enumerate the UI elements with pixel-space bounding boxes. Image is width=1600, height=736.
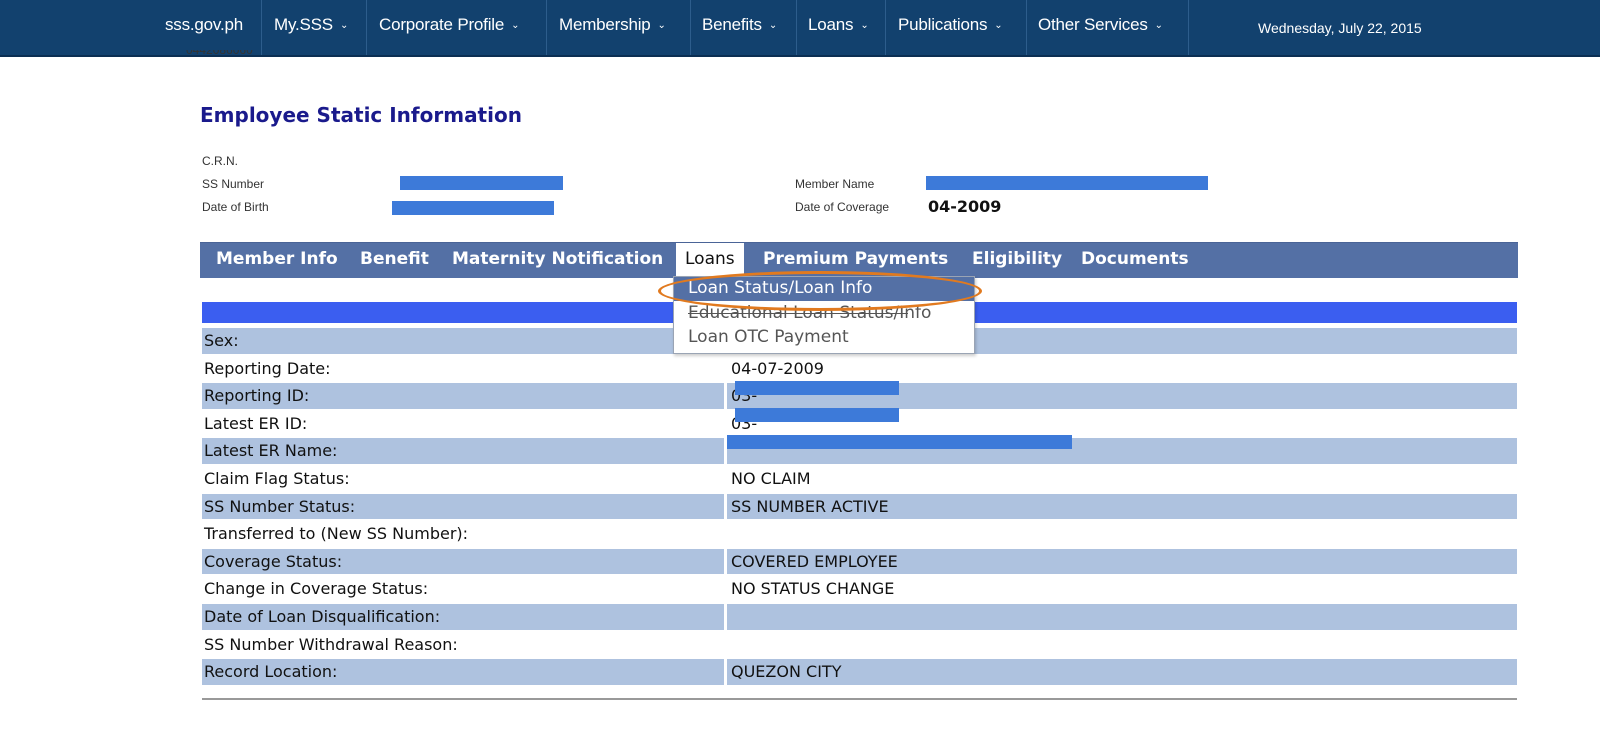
row-label: Change in Coverage Status:	[204, 579, 429, 599]
table-row: SS Number Withdrawal Reason:	[202, 631, 1517, 659]
row-label: Claim Flag Status:	[204, 468, 350, 488]
date-of-coverage-value: 04-2009	[928, 197, 1002, 216]
row-label: Coverage Status:	[202, 548, 724, 575]
menu-item-loan-otc-payment[interactable]: Loan OTC Payment	[674, 326, 974, 350]
member-name-redaction	[926, 176, 1208, 190]
row-label: SS Number Withdrawal Reason:	[204, 634, 458, 654]
ss-number-redaction	[400, 176, 563, 190]
row-value	[727, 521, 1517, 547]
row-value: QUEZON CITY	[727, 659, 1517, 685]
date-of-birth-redaction	[392, 201, 554, 215]
chevron-down-icon: ⌄	[657, 20, 666, 31]
table-row: Transferred to (New SS Number):	[202, 520, 1517, 548]
member-name-label: Member Name	[795, 177, 875, 191]
nav-other-services-label: Other Services	[1038, 15, 1148, 34]
nav-corporate-profile-label: Corporate Profile	[379, 15, 505, 34]
row-label: Date of Loan Disqualification:	[202, 603, 724, 630]
nav-divider	[546, 0, 547, 55]
nav-divider	[1188, 0, 1189, 55]
nav-divider	[1026, 0, 1027, 55]
page-title: Employee Static Information	[200, 103, 522, 127]
row-label: Latest ER Name:	[202, 438, 724, 464]
row-value	[727, 632, 1517, 658]
tab-maternity-notification[interactable]: Maternity Notification	[452, 243, 663, 277]
row-value: COVERED EMPLOYEE	[727, 548, 1517, 575]
row-value: 04-07-2009	[731, 358, 824, 378]
nav-divider	[261, 0, 262, 55]
latest-er-name-redaction	[727, 435, 1072, 449]
nav-divider	[690, 0, 691, 55]
row-label: Reporting ID:	[202, 383, 724, 409]
row-label: Transferred to (New SS Number):	[204, 524, 469, 544]
tab-loans[interactable]: Loans	[676, 243, 744, 277]
nav-benefits-label: Benefits	[702, 15, 762, 34]
nav-membership-label: Membership	[559, 15, 651, 34]
nav-other-services-menu[interactable]: Other Services ⌄	[1038, 0, 1163, 55]
reporting-id-redaction	[735, 381, 899, 395]
table-row: Change in Coverage Status: NO STATUS CHA…	[202, 575, 1517, 603]
date-of-coverage-label: Date of Coverage	[795, 200, 890, 214]
chevron-down-icon: ⌄	[1154, 20, 1163, 31]
row-value: SS NUMBER ACTIVE	[727, 493, 1517, 520]
nav-benefits-menu[interactable]: Benefits ⌄	[702, 0, 777, 55]
nav-divider	[885, 0, 886, 55]
ss-number-label: SS Number	[202, 177, 265, 191]
tab-eligibility[interactable]: Eligibility	[972, 243, 1062, 277]
latest-er-id-redaction	[735, 408, 899, 422]
orange-highlight-annotation	[658, 271, 982, 311]
nav-corporate-profile-menu[interactable]: Corporate Profile ⌄	[379, 0, 520, 55]
crn-label: C.R.N.	[202, 154, 238, 168]
nav-publications-label: Publications	[898, 15, 988, 34]
nav-home-label: sss.gov.ph	[165, 15, 244, 34]
table-row: SS Number Status: SS NUMBER ACTIVE	[202, 493, 1517, 521]
nav-publications-menu[interactable]: Publications ⌄	[898, 0, 1003, 55]
table-row: Coverage Status: COVERED EMPLOYEE	[202, 548, 1517, 576]
chevron-down-icon: ⌄	[339, 20, 349, 31]
tab-documents[interactable]: Documents	[1081, 243, 1189, 277]
nav-home-link[interactable]: sss.gov.ph	[165, 0, 243, 55]
crn-value-cutoff: 0442086060	[186, 50, 253, 57]
chevron-down-icon: ⌄	[994, 20, 1003, 31]
nav-my-sss-label: My.SSS	[274, 15, 333, 34]
table-row: Date of Loan Disqualification:	[202, 603, 1517, 631]
nav-divider	[796, 0, 797, 55]
strikethrough-mark	[688, 313, 908, 314]
nav-divider	[366, 0, 367, 55]
nav-loans-menu[interactable]: Loans ⌄	[808, 0, 869, 55]
row-label: Record Location:	[202, 659, 724, 685]
nav-my-sss-menu[interactable]: My.SSS ⌄	[274, 0, 348, 55]
nav-membership-menu[interactable]: Membership ⌄	[559, 0, 666, 55]
table-row: Claim Flag Status: NO CLAIM	[202, 465, 1517, 493]
row-label: Latest ER ID:	[204, 413, 308, 433]
row-value: NO STATUS CHANGE	[731, 579, 895, 599]
chevron-down-icon: ⌄	[768, 20, 778, 31]
row-value	[727, 603, 1517, 630]
tab-member-info[interactable]: Member Info	[216, 243, 338, 277]
nav-loans-label: Loans	[808, 15, 854, 34]
row-label: SS Number Status:	[202, 493, 724, 520]
table-row: Record Location: QUEZON CITY	[202, 658, 1517, 686]
table-row: Reporting Date: 04-07-2009	[202, 355, 1517, 383]
chevron-down-icon: ⌄	[511, 20, 520, 31]
date-of-birth-label: Date of Birth	[202, 200, 269, 214]
row-label: Sex:	[202, 328, 724, 354]
row-value: NO CLAIM	[731, 468, 811, 488]
tab-benefit[interactable]: Benefit	[360, 243, 429, 277]
current-date: Wednesday, July 22, 2015	[1258, 20, 1422, 36]
chevron-down-icon: ⌄	[860, 20, 869, 31]
top-navigation-bar: sss.gov.ph My.SSS ⌄ Corporate Profile ⌄ Me…	[0, 0, 1600, 57]
row-label: Reporting Date:	[204, 358, 331, 378]
table-bottom-divider	[202, 698, 1517, 700]
